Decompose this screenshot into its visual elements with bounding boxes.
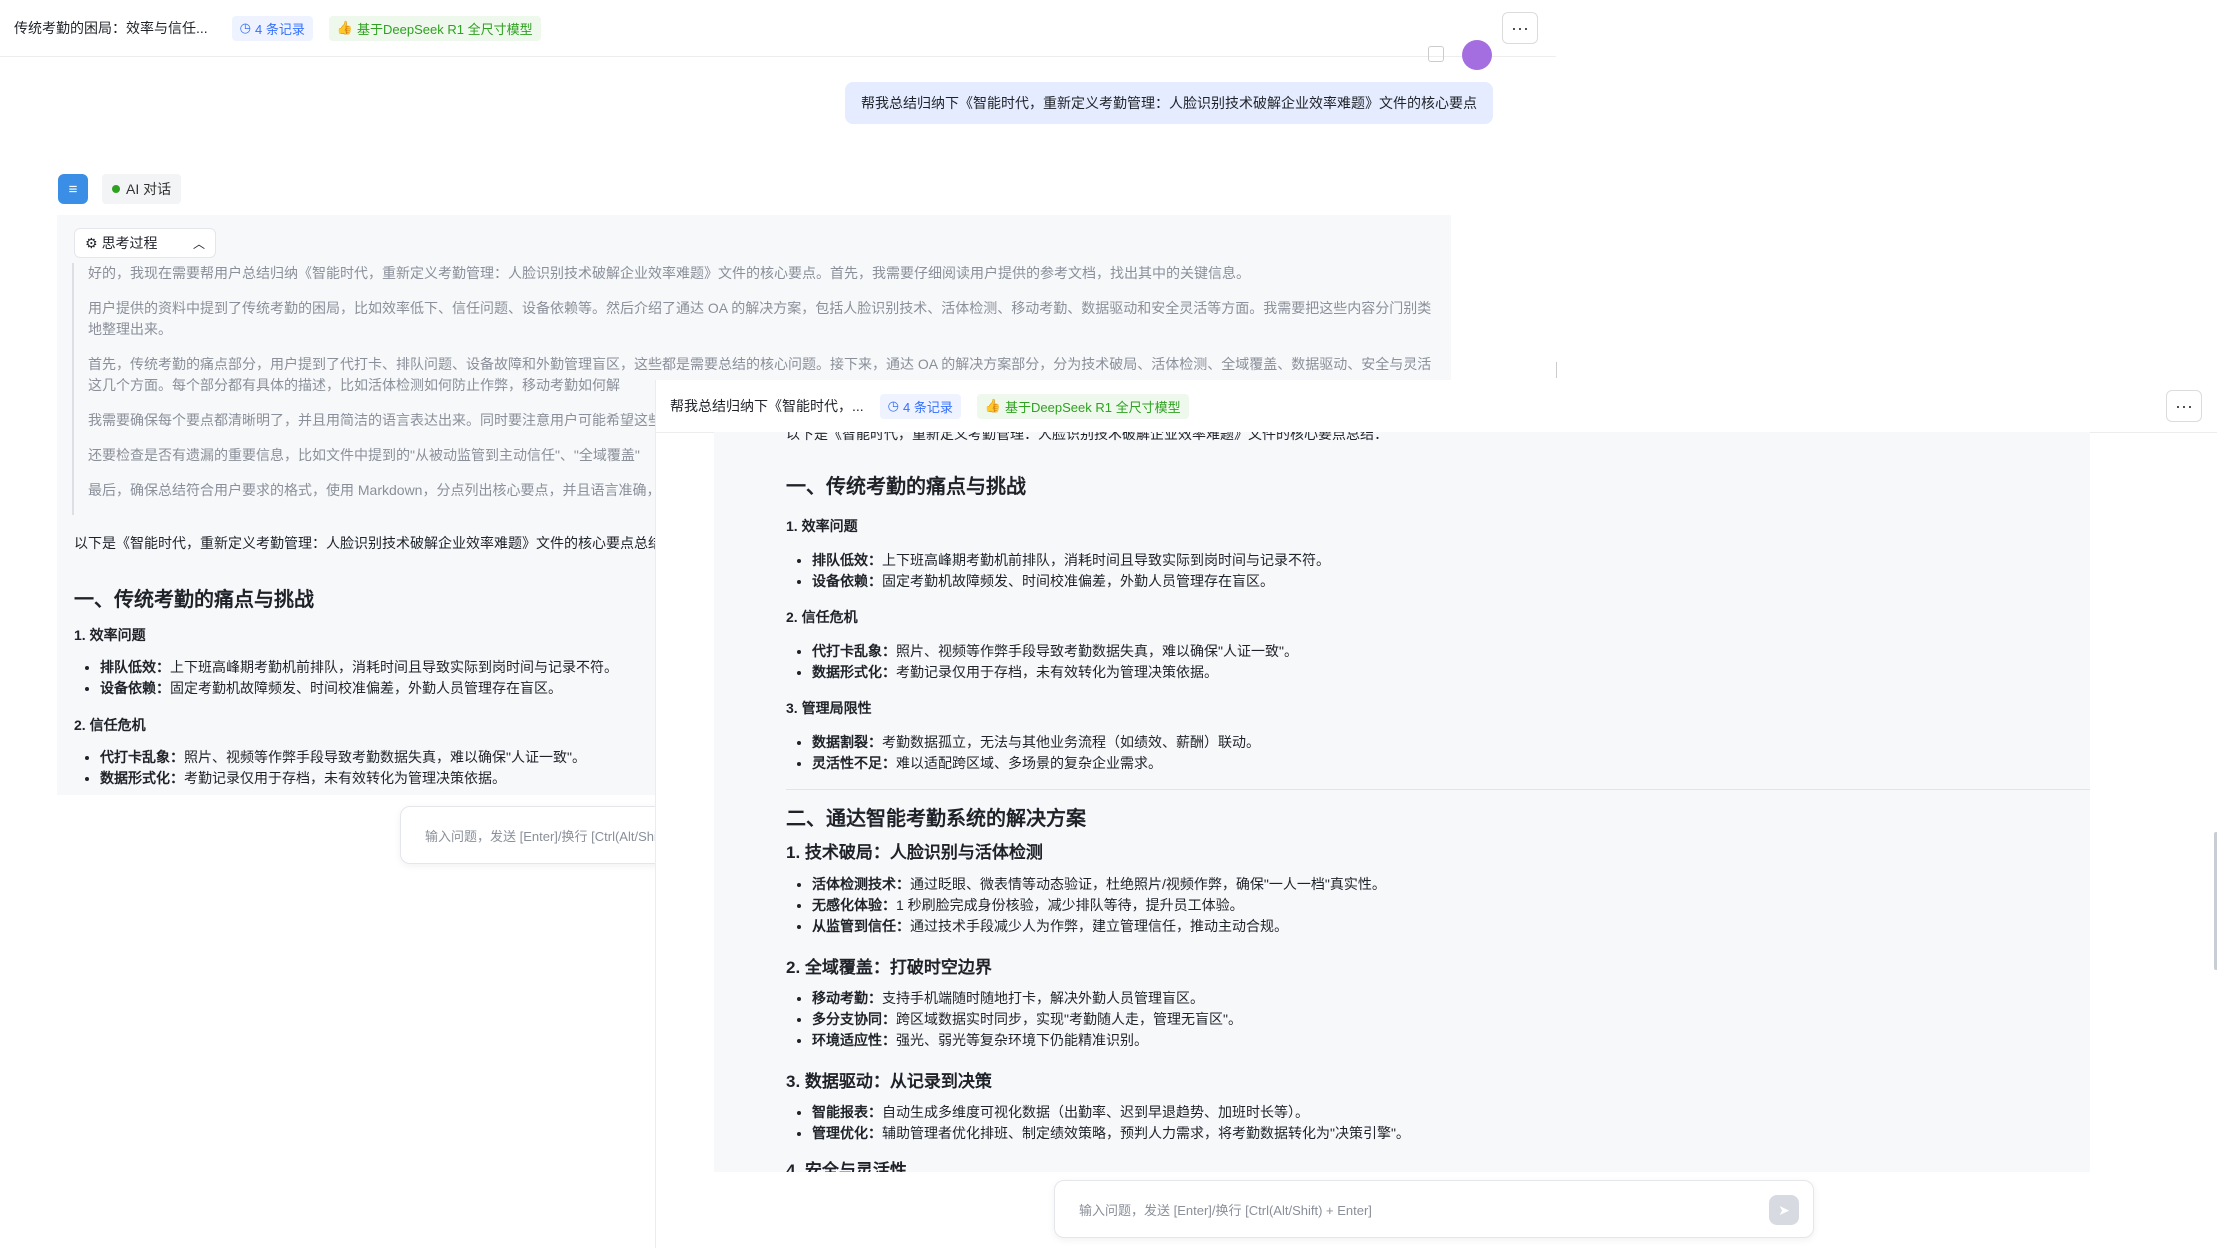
gear-icon: ⚙ (85, 234, 98, 251)
list-item: 从监管到信任：通过技术手段减少人为作弊，建立管理信任，推动主动合规。 (812, 916, 1386, 937)
bot-tag-label: AI 对话 (126, 181, 172, 197)
more-button[interactable]: ··· (1502, 12, 1538, 44)
section-title: 2. 信任危机 (74, 717, 146, 733)
chevron-up-icon: ︿ (192, 236, 205, 251)
send-icon[interactable]: ➤ (1769, 1195, 1799, 1225)
section-title: 1. 效率问题 (786, 518, 858, 534)
list-item: 设备依赖：固定考勤机故障频发、时间校准偏差，外勤人员管理存在盲区。 (812, 571, 1330, 592)
thumb-up-icon: 👍 (336, 20, 354, 35)
list-item: 移动考勤：支持手机端随时随地打卡，解决外勤人员管理盲区。 (812, 988, 1242, 1009)
user-message: 帮我总结归纳下《智能时代，重新定义考勤管理：人脸识别技术破解企业效率难题》文件的… (845, 82, 1493, 124)
answer-section: 1. 效率问题 排队低效：上下班高峰期考勤机前排队，消耗时间且导致实际到岗时间与… (786, 516, 1330, 592)
scroll-marker (1556, 362, 1557, 378)
list-item: 代打卡乱象：照片、视频等作弊手段导致考勤数据失真，难以确保"人证一致"。 (812, 641, 1298, 662)
divider (786, 789, 2090, 790)
database-icon: ≡ (58, 174, 88, 204)
list-item: 管理优化：辅助管理者优化排班、制定绩效策略，预判人力需求，将考勤数据转化为"决策… (812, 1123, 1410, 1144)
record-count-tag[interactable]: ◷ 4 条记录 (879, 393, 961, 419)
clock-icon: ◷ (887, 398, 900, 413)
think-paragraph: 用户提供的资料中提到了传统考勤的困局，比如效率低下、信任问题、设备依赖等。然后介… (88, 300, 1432, 337)
list-item: 设备依赖：固定考勤机故障频发、时间校准偏差，外勤人员管理存在盲区。 (100, 678, 618, 699)
record-count-label: 4 条记录 (903, 399, 953, 415)
bullet-list: 移动考勤：支持手机端随时随地打卡，解决外勤人员管理盲区。 多分支协同：跨区域数据… (786, 988, 1242, 1051)
thumb-up-icon: 👍 (984, 398, 1002, 413)
section-title: 1. 效率问题 (74, 627, 146, 643)
status-dot (112, 185, 120, 193)
list-item: 数据形式化：考勤记录仅用于存档，未有效转化为管理决策依据。 (812, 662, 1298, 683)
bot-header: ≡ AI 对话 (58, 174, 182, 204)
model-label: 基于DeepSeek R1 全尺寸模型 (1005, 399, 1181, 415)
bullet-list: 智能报表：自动生成多维度可视化数据（出勤率、迟到早退趋势、加班时长等）。 管理优… (786, 1102, 1410, 1144)
more-button[interactable]: ··· (2166, 390, 2202, 422)
clock-icon: ◷ (239, 20, 252, 35)
list-item: 无感化体验：1 秒刷脸完成身份核验，减少排队等待，提升员工体验。 (812, 895, 1386, 916)
answer-heading: 一、传统考勤的痛点与挑战 (74, 589, 314, 611)
section-title: 2. 信任危机 (786, 609, 858, 625)
section-heading: 一、传统考勤的痛点与挑战 (786, 476, 1026, 498)
list-item: 代打卡乱象：照片、视频等作弊手段导致考勤数据失真，难以确保"人证一致"。 (100, 747, 586, 768)
input-placeholder: 输入问题，发送 [Enter]/换行 [Ctrl(Alt/Shift) + En… (1079, 1202, 1372, 1218)
think-toggle-button[interactable]: ⚙ 思考过程 ︿ (74, 228, 216, 258)
model-label: 基于DeepSeek R1 全尺寸模型 (357, 21, 533, 37)
list-item: 数据割裂：考勤数据孤立，无法与其他业务流程（如绩效、薪酬）联动。 (812, 732, 1260, 753)
think-paragraph: 好的，我现在需要帮用户总结归纳《智能时代，重新定义考勤管理：人脸识别技术破解企业… (88, 265, 1250, 281)
record-count-tag[interactable]: ◷ 4 条记录 (231, 15, 313, 41)
section-title: 3. 管理局限性 (786, 700, 872, 716)
answer-intro: 以下是《智能时代，重新定义考勤管理：人脸识别技术破解企业效率难题》文件的核心要点… (786, 432, 1388, 442)
list-item: 智能报表：自动生成多维度可视化数据（出勤率、迟到早退趋势、加班时长等）。 (812, 1102, 1410, 1123)
list-item: 灵活性不足：难以适配跨区域、多场景的复杂企业需求。 (812, 753, 1260, 774)
subsection-heading: 1. 技术破局：人脸识别与活体检测 (786, 843, 1043, 862)
conversation-title[interactable]: 传统考勤的困局：效率与信任... (14, 18, 208, 38)
list-item: 排队低效：上下班高峰期考勤机前排队，消耗时间且导致实际到岗时间与记录不符。 (812, 550, 1330, 571)
conversation-title[interactable]: 帮我总结归纳下《智能时代，... (670, 396, 864, 416)
list-item: 多分支协同：跨区域数据实时同步，实现"考勤随人走，管理无盲区"。 (812, 1009, 1242, 1030)
chat-window-front: 帮我总结归纳下《智能时代，... ◷ 4 条记录 👍 基于DeepSeek R1… (655, 380, 2217, 1248)
list-item: 环境适应性：强光、弱光等复杂环境下仍能精准识别。 (812, 1030, 1242, 1051)
model-tag: 👍 基于DeepSeek R1 全尺寸模型 (328, 15, 541, 41)
answer-intro: 以下是《智能时代，重新定义考勤管理：人脸识别技术破解企业效率难题》文件的核心要点… (74, 535, 662, 551)
subsection-heading: 2. 全域覆盖：打破时空边界 (786, 958, 992, 977)
think-label: 思考过程 (101, 235, 158, 251)
top-bar: 帮我总结归纳下《智能时代，... ◷ 4 条记录 👍 基于DeepSeek R1… (656, 380, 2217, 433)
chat-input[interactable]: 输入问题，发送 [Enter]/换行 [Ctrl(Alt/Shift) + En… (1054, 1180, 1814, 1238)
list-item: 活体检测技术：通过眨眼、微表情等动态验证，杜绝照片/视频作弊，确保"一人一档"真… (812, 874, 1386, 895)
subsection-heading: 4. 安全与灵活性 (786, 1161, 907, 1172)
top-bar: 传统考勤的困局：效率与信任... ◷ 4 条记录 👍 基于DeepSeek R1… (0, 0, 1556, 57)
answer-panel: 以下是《智能时代，重新定义考勤管理：人脸识别技术破解企业效率难题》文件的核心要点… (714, 432, 2090, 1172)
answer-section: 2. 信任危机 代打卡乱象：照片、视频等作弊手段导致考勤数据失真，难以确保"人证… (74, 715, 586, 789)
record-count-label: 4 条记录 (255, 21, 305, 37)
bullet-list: 活体检测技术：通过眨眼、微表情等动态验证，杜绝照片/视频作弊，确保"一人一档"真… (786, 874, 1386, 937)
list-item: 数据形式化：考勤记录仅用于存档，未有效转化为管理决策依据。 (100, 768, 586, 789)
bot-tag: AI 对话 (102, 174, 182, 204)
list-item: 排队低效：上下班高峰期考勤机前排队，消耗时间且导致实际到岗时间与记录不符。 (100, 657, 618, 678)
user-avatar (1462, 40, 1492, 70)
answer-section: 1. 效率问题 排队低效：上下班高峰期考勤机前排队，消耗时间且导致实际到岗时间与… (74, 625, 618, 699)
section-heading: 二、通达智能考勤系统的解决方案 (786, 808, 1086, 830)
copy-icon[interactable] (1428, 46, 1444, 62)
model-tag: 👍 基于DeepSeek R1 全尺寸模型 (976, 393, 1189, 419)
answer-section: 3. 管理局限性 数据割裂：考勤数据孤立，无法与其他业务流程（如绩效、薪酬）联动… (786, 698, 1260, 774)
answer-section: 2. 信任危机 代打卡乱象：照片、视频等作弊手段导致考勤数据失真，难以确保"人证… (786, 607, 1298, 683)
subsection-heading: 3. 数据驱动：从记录到决策 (786, 1072, 992, 1091)
